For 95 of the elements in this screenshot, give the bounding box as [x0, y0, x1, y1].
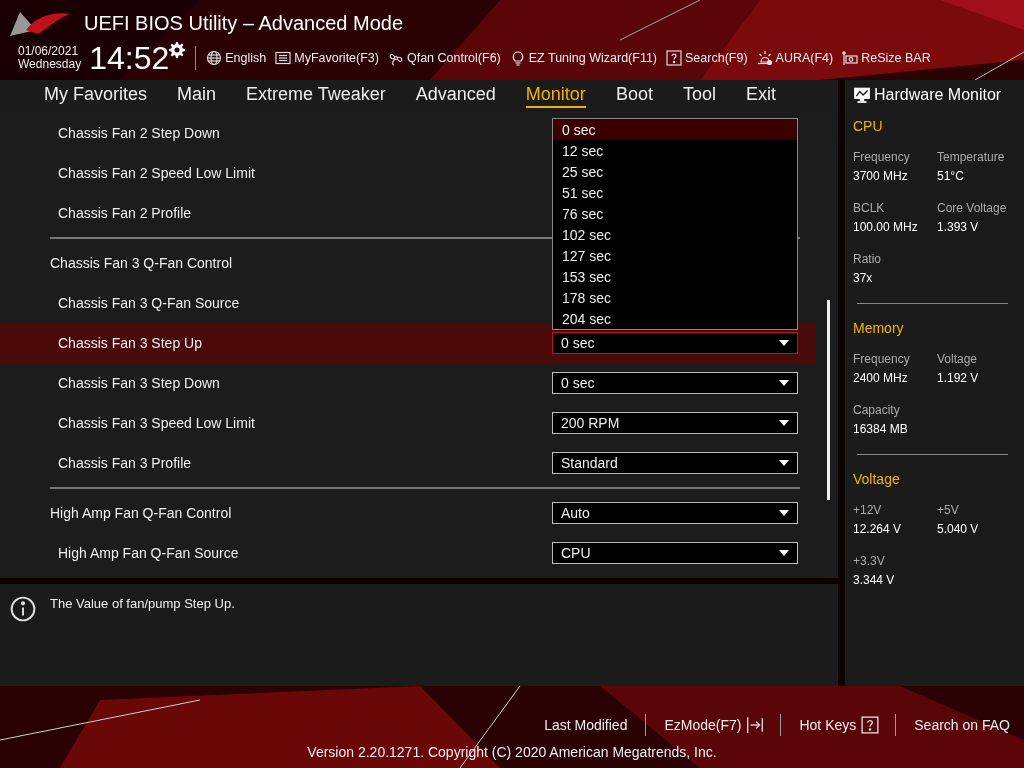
settings-icon[interactable] [169, 42, 186, 58]
metric-label: Temperature [937, 150, 1006, 164]
metric-label: Capacity [853, 403, 901, 417]
menu-tab[interactable]: My Favorites [44, 84, 148, 108]
menu-tab[interactable]: Advanced [415, 84, 496, 108]
caret-icon [779, 510, 789, 516]
metric-value: 1.192 V [937, 371, 980, 385]
light-beacon-icon [756, 50, 773, 66]
caret-icon [779, 420, 789, 426]
dropdown-option[interactable]: 12 sec [553, 140, 797, 161]
dropdown-field[interactable]: 0 sec [552, 372, 798, 394]
panel-title: Hardware Monitor [874, 86, 1002, 104]
metric-value: 1.393 V [937, 220, 980, 234]
metric-label: Ratio [853, 252, 882, 266]
footer-link[interactable]: Search on FAQ [912, 717, 1012, 733]
help-icon [666, 50, 683, 66]
footer-link[interactable]: Hot Keys [797, 717, 859, 733]
window-title: UEFI BIOS Utility – Advanced Mode [84, 11, 404, 35]
setting-label: Chassis Fan 3 Profile [58, 455, 193, 471]
caret-icon [779, 460, 789, 466]
metric-value: 16384 MB [853, 422, 909, 436]
metric-value: 37x [853, 271, 874, 285]
toolbar-button[interactable]: Search(F9) [685, 51, 748, 65]
menu-tab[interactable]: Extreme Tweaker [246, 84, 386, 108]
help-icon [861, 716, 880, 734]
list-icon [275, 50, 292, 66]
dropdown-option[interactable]: 127 sec [553, 245, 797, 266]
setting-label: Chassis Fan 2 Profile [58, 205, 193, 221]
setting-label: Chassis Fan 3 Step Up [58, 335, 203, 351]
metric-label: Frequency [853, 150, 911, 164]
menu-tab[interactable]: Tool [682, 84, 716, 108]
toolbar-button[interactable]: EZ Tuning Wizard(F11) [528, 51, 658, 65]
setting-label: Chassis Fan 3 Step Down [58, 375, 221, 391]
scrollbar[interactable] [827, 300, 830, 500]
metric-value: 12.264 V [853, 522, 903, 536]
metric-value: 100.00 MHz [853, 220, 919, 234]
metric-label: Voltage [937, 352, 979, 366]
dropdown-field[interactable]: Standard [552, 452, 798, 474]
setting-label: Chassis Fan 2 Step Down [58, 125, 221, 141]
day-text: Wednesday [18, 58, 82, 71]
section-title: Voltage [853, 471, 901, 487]
dropdown-field[interactable]: 0 sec [552, 332, 798, 354]
dropdown-field[interactable]: 200 RPM [552, 412, 798, 434]
dropdown-option[interactable]: 25 sec [553, 161, 797, 182]
version-text: Version 2.20.1271. Copyright (C) 2020 American Megatrends, Inc. [307, 744, 717, 760]
metric-value: 2400 MHz [853, 371, 909, 385]
metric-value: 3.344 V [853, 573, 896, 587]
menu-tab[interactable]: Monitor [525, 84, 586, 108]
section-title: Memory [853, 320, 905, 336]
clock-time: 14:52 [89, 42, 170, 74]
setting-label: Chassis Fan 2 Speed Low Limit [58, 165, 256, 181]
monitor-icon [853, 86, 871, 104]
toolbar-button[interactable]: ReSize BAR [861, 51, 931, 65]
expansion-card-icon [842, 50, 859, 66]
setting-label: High Amp Fan Q-Fan Source [58, 545, 240, 561]
metric-value: 51°C [937, 169, 965, 183]
metric-label: +5V [937, 503, 960, 517]
exit-icon [746, 716, 765, 734]
metric-label: Core Voltage [937, 201, 1008, 215]
date-text: 01/06/2021 [18, 45, 80, 58]
setting-label: High Amp Fan Q-Fan Control [50, 505, 233, 521]
footer-link[interactable]: EzMode(F7) [662, 717, 744, 733]
toolbar-button[interactable]: Qfan Control(F6) [406, 51, 501, 65]
dropdown-option[interactable]: 204 sec [553, 308, 797, 329]
metric-label: +12V [853, 503, 883, 517]
caret-icon [779, 340, 789, 346]
metric-label: BCLK [853, 201, 886, 215]
metric-value: 3700 MHz [853, 169, 909, 183]
toolbar-button[interactable]: AURA(F4) [775, 51, 834, 65]
dropdown-field[interactable]: Auto [552, 502, 798, 524]
section-title: CPU [853, 118, 884, 134]
footer-link[interactable]: Last Modified [542, 717, 630, 733]
setting-label: Chassis Fan 3 Q-Fan Source [58, 295, 241, 311]
dropdown-field[interactable]: CPU [552, 542, 798, 564]
caret-icon [779, 550, 789, 556]
setting-label: Chassis Fan 3 Speed Low Limit [58, 415, 256, 431]
metric-value: 5.040 V [937, 522, 980, 536]
info-icon [10, 596, 36, 622]
metric-label: +3.3V [853, 554, 886, 568]
metric-label: Frequency [853, 352, 911, 366]
dropdown-option[interactable]: 76 sec [553, 203, 797, 224]
dropdown-option[interactable]: 153 sec [553, 266, 797, 287]
toolbar-button[interactable]: English [225, 51, 267, 65]
dropdown-option[interactable]: 51 sec [553, 182, 797, 203]
dropdown-option[interactable]: 102 sec [553, 224, 797, 245]
dropdown-option[interactable]: 178 sec [553, 287, 797, 308]
setting-label: Chassis Fan 3 Q-Fan Control [50, 255, 234, 271]
help-text: The Value of fan/pump Step Up. [50, 596, 235, 611]
toolbar-button[interactable]: MyFavorite(F3) [294, 51, 379, 65]
globe-icon [206, 50, 223, 66]
caret-icon [779, 380, 789, 386]
dropdown-option[interactable]: 0 sec [553, 119, 797, 140]
menu-tab[interactable]: Exit [745, 84, 776, 108]
menu-tab[interactable]: Main [177, 84, 217, 108]
menu-tab[interactable]: Boot [615, 84, 653, 108]
